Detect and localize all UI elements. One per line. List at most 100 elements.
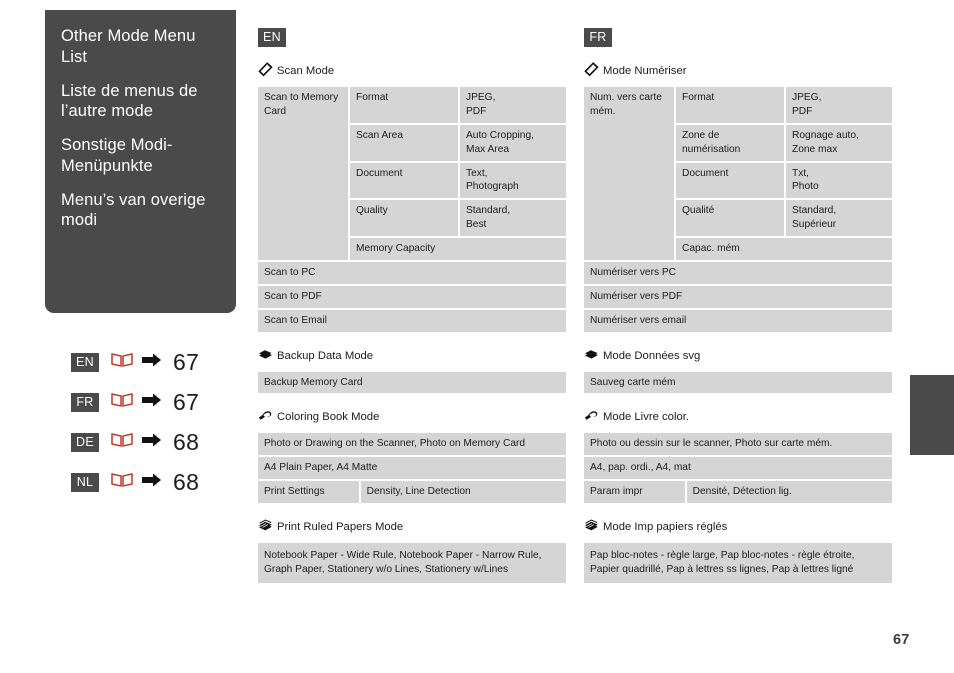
backup-data-mode-heading-en: Backup Data Mode xyxy=(258,347,566,365)
language-page-fr: 67 xyxy=(173,388,200,415)
sidebar-title-nl: Menu’s van overige modi xyxy=(61,190,206,230)
language-index: EN 67 FR 67 DE 68 NL 68 xyxy=(71,346,199,506)
table-row: Scan to PC xyxy=(258,261,566,286)
print-ruled-papers-icon xyxy=(584,518,599,536)
backup-data-mode-heading-fr: Mode Données svg xyxy=(584,347,892,365)
table-row: Scan to Email xyxy=(258,309,566,332)
arrow-right-icon xyxy=(142,392,162,413)
coloring-book-icon xyxy=(258,408,273,426)
scan-to-memory-card-label-en: Scan to Memory Card xyxy=(258,87,350,262)
setting-name: Quality xyxy=(350,200,460,238)
setting-values: Text, Photograph xyxy=(460,162,566,201)
table-row: Pap bloc-notes - règle large, Pap bloc-n… xyxy=(584,543,892,583)
english-column: EN Scan Mode Scan to Memory Card Format … xyxy=(258,28,566,583)
print-ruled-papers-mode-title-fr: Mode Imp papiers réglés xyxy=(603,521,728,533)
scan-mode-icon xyxy=(258,62,273,80)
backup-data-table-fr: Sauveg carte mém xyxy=(584,371,892,394)
manual-page: Other Mode Menu List Liste de menus de l… xyxy=(0,0,954,673)
coloring-book-mode-title-en: Coloring Book Mode xyxy=(277,411,380,424)
coloring-book-icon xyxy=(584,408,599,426)
coloring-paper-fr: A4, pap. ordi., A4, mat xyxy=(584,457,892,482)
sidebar-title-panel: Other Mode Menu List Liste de menus de l… xyxy=(45,10,236,313)
language-page-nl: 68 xyxy=(173,468,200,495)
scan-to-memory-card-label-fr: Num. vers carte mém. xyxy=(584,87,676,262)
column-language-tag-fr: FR xyxy=(584,28,612,47)
print-settings-values-en: Density, Line Detection xyxy=(360,481,566,503)
sidebar-title-de: Sonstige Modi-Menüpunkte xyxy=(61,136,173,175)
open-book-icon xyxy=(111,432,133,453)
column-language-tag-en: EN xyxy=(258,28,286,47)
print-ruled-papers-mode-heading-fr: Mode Imp papiers réglés xyxy=(584,518,892,536)
language-index-row-de[interactable]: DE 68 xyxy=(71,426,199,458)
setting-values: Txt, Photo xyxy=(786,162,892,201)
table-row: Num. vers carte mém. Format JPEG, PDF xyxy=(584,87,892,262)
scan-to-pc-en: Scan to PC xyxy=(258,261,566,286)
setting-name: Zone de numérisation xyxy=(676,124,786,163)
print-ruled-papers-mode-title-en: Print Ruled Papers Mode xyxy=(277,521,404,533)
table-row: Numériser vers email xyxy=(584,309,892,332)
ruled-paper-types-en: Notebook Paper - Wide Rule, Notebook Pap… xyxy=(258,543,566,583)
table-row: Numériser vers PC xyxy=(584,261,892,286)
french-column: FR Mode Numériser Num. vers carte mém. F… xyxy=(584,28,892,583)
scan-mode-table-fr: Num. vers carte mém. Format JPEG, PDF Zo… xyxy=(584,87,892,332)
language-badge-fr: FR xyxy=(71,392,99,412)
scan-mode-heading-fr: Mode Numériser xyxy=(584,62,892,80)
coloring-book-mode-heading-en: Coloring Book Mode xyxy=(258,408,566,426)
print-ruled-papers-table-fr: Pap bloc-notes - règle large, Pap bloc-n… xyxy=(584,543,892,583)
page-edge-tab xyxy=(910,375,954,455)
setting-values: Auto Cropping, Max Area xyxy=(460,124,566,163)
language-index-row-nl[interactable]: NL 68 xyxy=(71,466,199,498)
scan-mode-title-fr: Mode Numériser xyxy=(603,65,687,77)
setting-name: Qualité xyxy=(676,200,786,238)
backup-data-icon xyxy=(258,347,273,365)
table-row: Notebook Paper - Wide Rule, Notebook Pap… xyxy=(258,543,566,583)
setting-name: Scan Area xyxy=(350,124,460,163)
language-page-de: 68 xyxy=(173,428,200,455)
open-book-icon xyxy=(111,392,133,413)
setting-name: Format xyxy=(676,87,786,125)
sidebar-title-en: Other Mode Menu List xyxy=(61,27,196,66)
coloring-source-en: Photo or Drawing on the Scanner, Photo o… xyxy=(258,433,566,458)
language-badge-nl: NL xyxy=(71,472,99,492)
table-row: A4 Plain Paper, A4 Matte xyxy=(258,457,566,482)
print-settings-label-en: Print Settings xyxy=(258,481,361,503)
language-page-en: 67 xyxy=(173,348,200,375)
table-row: Param impr Densité, Détection lig. xyxy=(584,481,892,503)
open-book-icon xyxy=(111,352,133,373)
scan-to-pdf-en: Scan to PDF xyxy=(258,285,566,310)
memory-capacity-label-en: Memory Capacity xyxy=(350,238,566,262)
language-badge-de: DE xyxy=(71,432,99,452)
language-index-row-en[interactable]: EN 67 xyxy=(71,346,199,378)
table-row: Photo or Drawing on the Scanner, Photo o… xyxy=(258,433,566,458)
scan-to-email-fr: Numériser vers email xyxy=(584,309,892,332)
setting-values: Standard, Supérieur xyxy=(786,200,892,238)
table-row: Scan to PDF xyxy=(258,285,566,310)
setting-name: Document xyxy=(350,162,460,201)
setting-values: JPEG, PDF xyxy=(460,87,566,125)
arrow-right-icon xyxy=(142,352,162,373)
scan-to-email-en: Scan to Email xyxy=(258,309,566,332)
table-row: Sauveg carte mém xyxy=(584,371,892,394)
open-book-icon xyxy=(111,472,133,493)
scan-mode-icon xyxy=(584,62,599,80)
sidebar-title-fr: Liste de menus de l’autre mode xyxy=(61,81,198,121)
scan-mode-heading-en: Scan Mode xyxy=(258,62,566,80)
table-row: Photo ou dessin sur le scanner, Photo su… xyxy=(584,433,892,458)
page-number: 67 xyxy=(893,632,910,648)
backup-memory-card-en: Backup Memory Card xyxy=(258,371,566,394)
coloring-book-mode-heading-fr: Mode Livre color. xyxy=(584,408,892,426)
setting-name: Document xyxy=(676,162,786,201)
print-ruled-papers-table-en: Notebook Paper - Wide Rule, Notebook Pap… xyxy=(258,543,566,583)
memory-capacity-label-fr: Capac. mém xyxy=(676,238,892,262)
table-row: Numériser vers PDF xyxy=(584,285,892,310)
ruled-paper-types-fr: Pap bloc-notes - règle large, Pap bloc-n… xyxy=(584,543,892,583)
scan-mode-title-en: Scan Mode xyxy=(277,65,335,77)
language-index-row-fr[interactable]: FR 67 xyxy=(71,386,199,418)
setting-values: JPEG, PDF xyxy=(786,87,892,125)
language-badge-en: EN xyxy=(71,352,99,372)
print-settings-label-fr: Param impr xyxy=(584,481,687,503)
setting-name: Format xyxy=(350,87,460,125)
table-row: Scan to Memory Card Format JPEG, PDF xyxy=(258,87,566,262)
scan-to-pc-fr: Numériser vers PC xyxy=(584,261,892,286)
backup-memory-card-fr: Sauveg carte mém xyxy=(584,371,892,394)
